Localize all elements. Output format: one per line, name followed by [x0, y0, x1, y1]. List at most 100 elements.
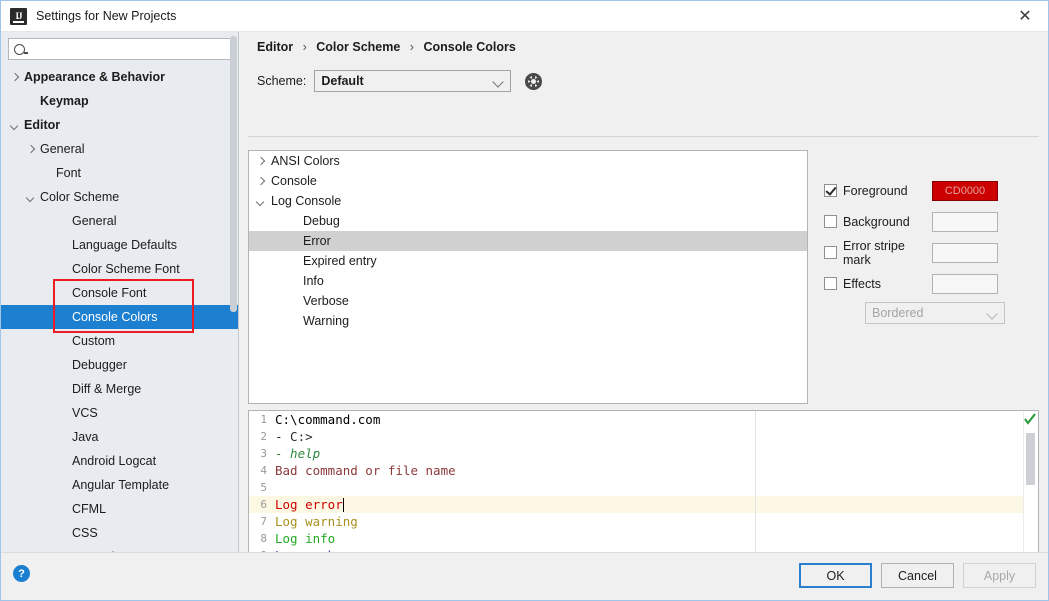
search-input[interactable]	[27, 39, 216, 59]
sidebar-item-label: Console Colors	[72, 310, 158, 324]
sidebar-tree[interactable]: Appearance & Behavior Keymap Editor General…	[1, 65, 238, 572]
checkmark-icon	[1024, 413, 1036, 425]
sidebar-scrollbar[interactable]	[230, 36, 237, 312]
sidebar-item-angular-template[interactable]: Angular Template	[1, 473, 238, 497]
sidebar-item-color-scheme[interactable]: Color Scheme	[1, 185, 238, 209]
color-tree-item-expired-entry[interactable]: Expired entry	[249, 251, 807, 271]
close-icon[interactable]: ✕	[1002, 1, 1048, 31]
foreground-checkbox[interactable]	[824, 184, 837, 197]
color-settings-tree[interactable]: ANSI Colors Console Log Console Debug Error E…	[248, 150, 808, 404]
breadcrumb-color-scheme[interactable]: Color Scheme	[316, 40, 400, 54]
effects-color-swatch[interactable]	[932, 273, 998, 294]
line-text: - help	[275, 446, 321, 461]
sidebar-item-label: Keymap	[40, 94, 89, 108]
preview-scrollbar[interactable]	[1023, 411, 1038, 571]
color-tree-item-log-console[interactable]: Log Console	[249, 191, 807, 211]
background-checkbox[interactable]	[824, 215, 837, 228]
gear-icon[interactable]	[525, 72, 543, 90]
cancel-button[interactable]: Cancel	[881, 563, 954, 588]
sidebar-item-color-scheme-font[interactable]: Color Scheme Font	[1, 257, 238, 281]
apply-button[interactable]: Apply	[963, 563, 1036, 588]
preview-pane[interactable]: 1 C:\command.com 2 - C:> 3 - help 4 Bad command…	[248, 410, 1039, 572]
sidebar-item-cfml[interactable]: CFML	[1, 497, 238, 521]
background-label: Background	[843, 214, 910, 229]
line-text: - C:>	[275, 429, 313, 444]
effect-type-dropdown[interactable]: Bordered	[865, 302, 1005, 324]
color-tree-item-warning[interactable]: Warning	[249, 311, 807, 331]
error-stripe-mark-color-swatch[interactable]	[932, 242, 998, 263]
foreground-color-swatch[interactable]: CD0000	[932, 180, 998, 201]
line-number: 8	[260, 532, 267, 545]
color-tree-item-label: Warning	[303, 314, 350, 328]
preview-code[interactable]: 1 C:\command.com 2 - C:> 3 - help 4 Bad command…	[249, 411, 1038, 571]
search-box[interactable]	[8, 38, 231, 60]
sidebar-item-appearance-behavior[interactable]: Appearance & Behavior	[1, 65, 238, 89]
ok-button[interactable]: OK	[799, 563, 872, 588]
preview-line: 3 - help	[249, 445, 1038, 462]
color-tree-item-console[interactable]: Console	[249, 171, 807, 191]
sidebar-item-android-logcat[interactable]: Android Logcat	[1, 449, 238, 473]
breadcrumb-console-colors[interactable]: Console Colors	[423, 40, 515, 54]
sidebar-item-vcs[interactable]: VCS	[1, 401, 238, 425]
color-tree-item-label: Expired entry	[303, 254, 377, 268]
color-tree-item-error[interactable]: Error	[249, 231, 807, 251]
option-row-background: Background	[824, 209, 1049, 234]
sidebar-item-language-defaults[interactable]: Language Defaults	[1, 233, 238, 257]
chevron-right-icon[interactable]	[255, 156, 266, 167]
chevron-right-icon[interactable]	[255, 176, 266, 187]
chevron-down-icon[interactable]	[9, 120, 20, 131]
chevron-right-icon[interactable]	[25, 144, 36, 155]
scheme-dropdown[interactable]: Default	[314, 70, 512, 92]
sidebar-item-java[interactable]: Java	[1, 425, 238, 449]
right-margin-guide	[755, 411, 756, 571]
breadcrumb: Editor › Color Scheme › Console Colors	[257, 40, 1039, 54]
color-tree-item-verbose[interactable]: Verbose	[249, 291, 807, 311]
title-bar: IJ Settings for New Projects ✕	[1, 1, 1048, 32]
sidebar-item-console-colors[interactable]: Console Colors	[1, 305, 238, 329]
sidebar-item-console-font[interactable]: Console Font	[1, 281, 238, 305]
background-color-swatch[interactable]	[932, 211, 998, 232]
sidebar-item-diff-merge[interactable]: Diff & Merge	[1, 377, 238, 401]
sidebar-item-css[interactable]: CSS	[1, 521, 238, 545]
search-wrapper	[1, 32, 238, 65]
window-title: Settings for New Projects	[36, 9, 177, 23]
preview-line: 6 Log error	[249, 496, 1038, 513]
line-number: 6	[260, 498, 267, 511]
line-number: 3	[260, 447, 267, 460]
bottom-bar	[1, 596, 1048, 600]
chevron-down-icon[interactable]	[255, 196, 266, 207]
sidebar-item-font[interactable]: Font	[1, 161, 238, 185]
breadcrumb-separator-1: ›	[302, 40, 307, 54]
sidebar-item-editor[interactable]: Editor	[1, 113, 238, 137]
effects-checkbox[interactable]	[824, 277, 837, 290]
sidebar-item-general[interactable]: General	[1, 137, 238, 161]
chevron-right-icon[interactable]	[9, 72, 20, 83]
chevron-down-icon	[986, 308, 998, 320]
color-tree-item-label: Verbose	[303, 294, 349, 308]
text-caret	[342, 497, 345, 512]
chevron-down-icon[interactable]	[25, 192, 36, 203]
error-stripe-mark-checkbox[interactable]	[824, 246, 837, 259]
settings-sidebar: Appearance & Behavior Keymap Editor General…	[1, 32, 239, 572]
divider	[248, 136, 1039, 137]
dialog-footer: ? OK Cancel Apply	[1, 552, 1048, 600]
color-tree-item-ansi-colors[interactable]: ANSI Colors	[249, 151, 807, 171]
color-tree-item-debug[interactable]: Debug	[249, 211, 807, 231]
sidebar-item-debugger[interactable]: Debugger	[1, 353, 238, 377]
settings-dialog: IJ Settings for New Projects ✕ Appearanc…	[0, 0, 1049, 601]
color-tree-item-info[interactable]: Info	[249, 271, 807, 291]
sidebar-item-custom[interactable]: Custom	[1, 329, 238, 353]
sidebar-item-keymap[interactable]: Keymap	[1, 89, 238, 113]
breadcrumb-editor[interactable]: Editor	[257, 40, 293, 54]
help-icon[interactable]: ?	[13, 565, 30, 582]
preview-scrollbar-thumb[interactable]	[1026, 433, 1035, 485]
sidebar-item-general[interactable]: General	[1, 209, 238, 233]
